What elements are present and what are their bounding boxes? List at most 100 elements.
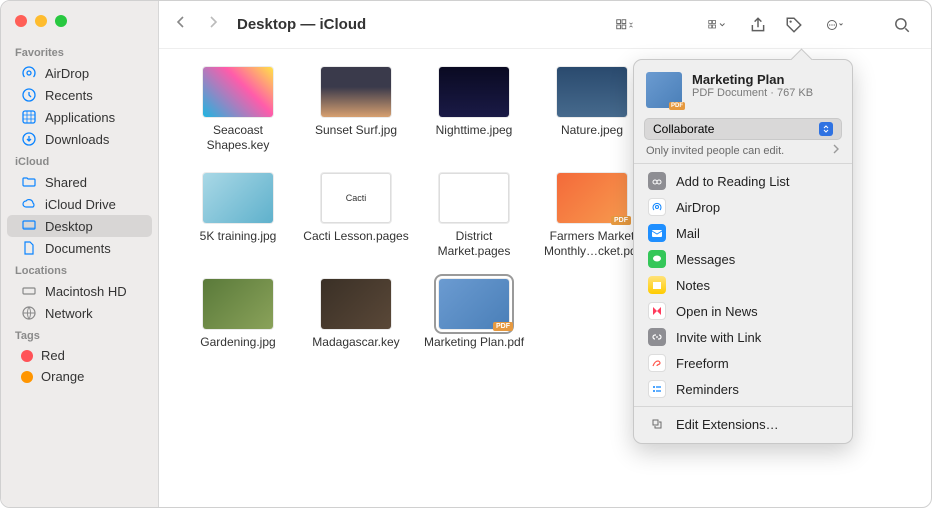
- label: Mail: [676, 226, 700, 241]
- file-thumbnail: [203, 279, 273, 329]
- sidebar-item-applications[interactable]: Applications: [7, 106, 152, 128]
- file-thumbnail: [321, 279, 391, 329]
- sidebar-tag-orange[interactable]: Orange: [7, 366, 152, 387]
- label: Add to Reading List: [676, 174, 789, 189]
- label: Reminders: [676, 382, 739, 397]
- file-item[interactable]: Gardening.jpg: [183, 279, 293, 350]
- share-item-messages[interactable]: Messages: [634, 246, 852, 272]
- file-name: Gardening.jpg: [200, 335, 275, 350]
- permission-hint-row[interactable]: Only invited people can edit.: [646, 144, 840, 157]
- share-item-reading-list[interactable]: Add to Reading List: [634, 168, 852, 194]
- file-item[interactable]: Sunset Surf.jpg: [301, 67, 411, 153]
- toolbar: Desktop — iCloud: [159, 1, 931, 49]
- label: Downloads: [45, 132, 109, 147]
- disk-icon: [21, 283, 37, 299]
- file-item[interactable]: Nature.jpeg: [537, 67, 647, 153]
- fullscreen-window-button[interactable]: [55, 15, 67, 27]
- sidebar: Favorites AirDrop Recents Applications D…: [1, 1, 159, 507]
- document-icon: [21, 240, 37, 256]
- file-item[interactable]: 5K training.jpg: [183, 173, 293, 259]
- group-by-button[interactable]: [697, 12, 737, 38]
- file-thumbnail: [557, 67, 627, 117]
- apps-icon: [21, 109, 37, 125]
- share-edit-extensions[interactable]: Edit Extensions…: [634, 411, 852, 437]
- share-item-freeform[interactable]: Freeform: [634, 350, 852, 376]
- sidebar-item-macintosh-hd[interactable]: Macintosh HD: [7, 280, 152, 302]
- share-item-invite-link[interactable]: Invite with Link: [634, 324, 852, 350]
- file-name: Sunset Surf.jpg: [315, 123, 397, 138]
- label: Freeform: [676, 356, 729, 371]
- share-item-mail[interactable]: Mail: [634, 220, 852, 246]
- file-thumbnail: [557, 173, 627, 223]
- file-item[interactable]: District Market.pages: [419, 173, 529, 259]
- search-button[interactable]: [887, 12, 917, 38]
- file-thumbnail: Cacti: [321, 173, 391, 223]
- share-item-news[interactable]: Open in News: [634, 298, 852, 324]
- file-thumbnail: [321, 67, 391, 117]
- main-area: Desktop — iCloud Seacoast Shapes.key Sun…: [159, 1, 931, 507]
- sidebar-section-tags: Tags: [1, 324, 158, 345]
- label: Applications: [45, 110, 115, 125]
- label: AirDrop: [45, 66, 89, 81]
- file-name: District Market.pages: [420, 229, 528, 259]
- clock-icon: [21, 87, 37, 103]
- sidebar-item-desktop[interactable]: Desktop: [7, 215, 152, 237]
- permission-hint: Only invited people can edit.: [646, 145, 784, 157]
- popover-title: Marketing Plan: [692, 72, 813, 87]
- file-name: Seacoast Shapes.key: [184, 123, 292, 153]
- file-thumbnail: [439, 67, 509, 117]
- tags-button[interactable]: [779, 12, 809, 38]
- file-item-selected[interactable]: Marketing Plan.pdf: [419, 279, 529, 350]
- tag-dot-icon: [21, 350, 33, 362]
- sidebar-item-shared[interactable]: Shared: [7, 171, 152, 193]
- sidebar-item-icloud-drive[interactable]: iCloud Drive: [7, 193, 152, 215]
- forward-button[interactable]: [205, 14, 221, 35]
- sidebar-item-documents[interactable]: Documents: [7, 237, 152, 259]
- close-window-button[interactable]: [15, 15, 27, 27]
- airdrop-icon: [648, 198, 666, 216]
- file-thumbnail: [203, 173, 273, 223]
- file-name: Farmers Market Monthly…cket.pdf: [538, 229, 646, 259]
- file-item[interactable]: Farmers Market Monthly…cket.pdf: [537, 173, 647, 259]
- view-mode-button[interactable]: [605, 12, 645, 38]
- file-item[interactable]: Seacoast Shapes.key: [183, 67, 293, 153]
- label: Invite with Link: [676, 330, 761, 345]
- file-name: Madagascar.key: [312, 335, 399, 350]
- reminders-icon: [648, 380, 666, 398]
- label: Red: [41, 348, 65, 363]
- sidebar-item-downloads[interactable]: Downloads: [7, 128, 152, 150]
- actions-button[interactable]: [815, 12, 855, 38]
- link-icon: [648, 328, 666, 346]
- sidebar-tag-red[interactable]: Red: [7, 345, 152, 366]
- sidebar-section-favorites: Favorites: [1, 41, 158, 62]
- minimize-window-button[interactable]: [35, 15, 47, 27]
- file-item[interactable]: CactiCacti Lesson.pages: [301, 173, 411, 259]
- news-icon: [648, 302, 666, 320]
- share-item-notes[interactable]: Notes: [634, 272, 852, 298]
- collaborate-dropdown[interactable]: Collaborate: [644, 118, 842, 140]
- sidebar-item-network[interactable]: Network: [7, 302, 152, 324]
- sidebar-item-airdrop[interactable]: AirDrop: [7, 62, 152, 84]
- dropdown-label: Collaborate: [653, 122, 714, 136]
- label: Edit Extensions…: [676, 417, 779, 432]
- finder-window: Favorites AirDrop Recents Applications D…: [0, 0, 932, 508]
- window-controls: [1, 11, 158, 41]
- file-thumbnail: [439, 279, 509, 329]
- share-item-airdrop[interactable]: AirDrop: [634, 194, 852, 220]
- window-title: Desktop — iCloud: [237, 16, 366, 33]
- share-button[interactable]: [743, 12, 773, 38]
- messages-icon: [648, 250, 666, 268]
- popover-subtitle: PDF Document · 767 KB: [692, 87, 813, 99]
- share-item-reminders[interactable]: Reminders: [634, 376, 852, 402]
- file-name: 5K training.jpg: [200, 229, 277, 244]
- sidebar-item-recents[interactable]: Recents: [7, 84, 152, 106]
- globe-icon: [21, 305, 37, 321]
- notes-icon: [648, 276, 666, 294]
- file-item[interactable]: Nighttime.jpeg: [419, 67, 529, 153]
- label: Shared: [45, 175, 87, 190]
- sidebar-section-locations: Locations: [1, 259, 158, 280]
- label: Network: [45, 306, 93, 321]
- back-button[interactable]: [173, 14, 189, 35]
- file-item[interactable]: Madagascar.key: [301, 279, 411, 350]
- freeform-icon: [648, 354, 666, 372]
